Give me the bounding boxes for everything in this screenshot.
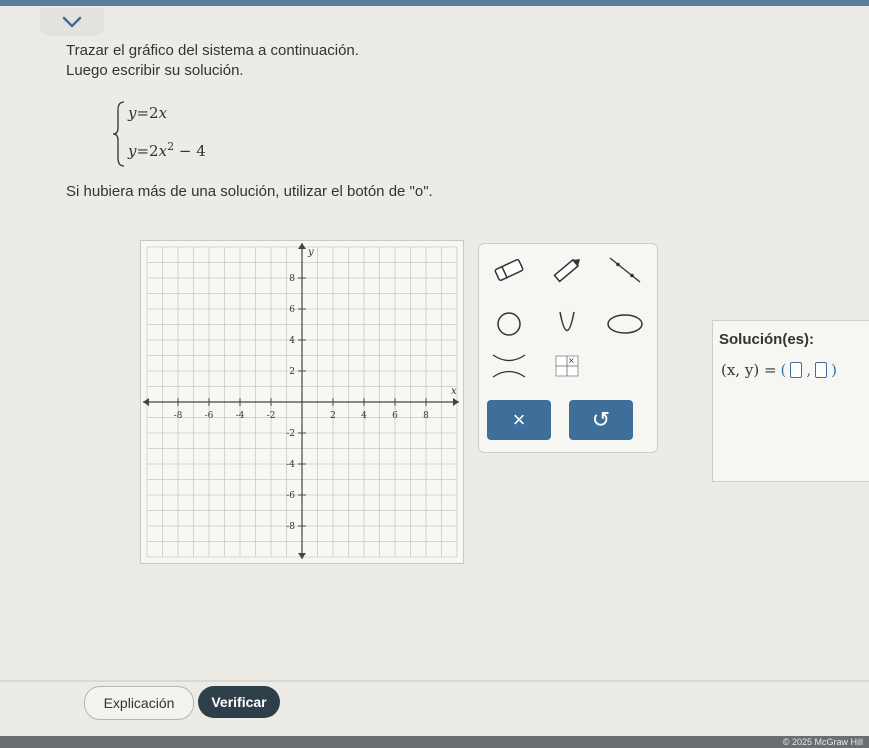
y-tick-label: -6 [286, 491, 295, 501]
brace-icon [112, 101, 125, 167]
solution-y-input[interactable] [815, 362, 828, 378]
chevron-down-icon [62, 16, 82, 28]
x-axis-label: x [451, 386, 457, 397]
clear-button[interactable]: × [487, 400, 551, 440]
solution-expression: (x, y) = ( , ) [721, 361, 837, 379]
ellipse-tool[interactable] [603, 306, 647, 342]
y-axis-arrow-down [298, 553, 306, 559]
line-tool[interactable] [603, 252, 647, 288]
solution-lhs: (x, y) = [721, 361, 777, 379]
eq2-exponent: 2 [167, 140, 175, 153]
y-tick-label: -2 [286, 429, 295, 439]
svg-text:×: × [568, 356, 575, 365]
close-icon: × [512, 407, 526, 432]
solution-panel: Solución(es): (x, y) = ( , ) [712, 320, 869, 482]
x-tick-label: 4 [361, 411, 367, 421]
eraser-tool[interactable] [487, 252, 531, 288]
x-tick-label: 2 [330, 411, 336, 421]
solution-title: Solución(es): [719, 331, 815, 348]
line-icon [609, 257, 641, 283]
y-tick-label: 2 [289, 367, 295, 377]
collapse-toggle[interactable] [40, 8, 104, 36]
eq2-var: x [158, 142, 168, 160]
hyperbola-tool[interactable] [487, 348, 531, 384]
tool-panel: × × ↺ [478, 243, 658, 453]
explanation-button[interactable]: Explicación [84, 686, 194, 720]
undo-button[interactable]: ↺ [569, 400, 633, 440]
coordinate-grid[interactable]: -8 -6 -4 -2 2 4 6 8 8 6 4 2 -2 -4 -6 -8 x y [141, 241, 463, 563]
equation-1: y=2x [128, 104, 167, 122]
x-tick-label: -6 [205, 411, 214, 421]
x-tick-label: -8 [174, 411, 183, 421]
eq1-var: x [158, 104, 168, 122]
eraser-icon [494, 258, 524, 282]
eq2-tail: − 4 [178, 142, 206, 160]
equation-system: y=2x y=2x2 − 4 [112, 100, 232, 170]
divider [0, 680, 869, 682]
y-tick-label: 6 [289, 305, 295, 315]
parabola-icon [559, 311, 575, 332]
equation-2: y=2x2 − 4 [128, 140, 206, 160]
eq2-rhs: =2 [136, 142, 159, 160]
instruction-line-1: Trazar el gráfico del sistema a continua… [66, 42, 359, 59]
y-axis-arrow-up [298, 243, 306, 249]
point-tool[interactable]: × [545, 348, 589, 384]
copyright-text: © 2025 McGraw Hill [782, 737, 863, 747]
x-tick-label: -4 [236, 411, 245, 421]
x-tick-label: 6 [392, 411, 398, 421]
solution-close-paren: ) [831, 361, 838, 379]
undo-icon: ↺ [591, 407, 611, 432]
footer-bar [0, 736, 869, 748]
y-tick-label: -4 [286, 460, 295, 470]
instruction-note: Si hubiera más de una solución, utilizar… [66, 183, 433, 200]
parabola-tool[interactable] [545, 306, 589, 342]
x-axis-arrow-right [453, 398, 459, 406]
y-tick-label: 8 [289, 274, 295, 284]
x-axis-arrow-left [143, 398, 149, 406]
x-tick-label: -2 [267, 411, 276, 421]
hyperbola-icon [492, 354, 526, 378]
y-tick-label: -8 [286, 522, 295, 532]
solution-comma: , [806, 361, 812, 379]
y-tick-label: 4 [289, 336, 295, 346]
point-icon: × [555, 355, 579, 377]
circle-tool[interactable] [487, 306, 531, 342]
verify-button[interactable]: Verificar [198, 686, 280, 718]
pencil-icon [553, 258, 581, 283]
ellipse-icon [607, 314, 643, 334]
circle-icon [497, 312, 521, 336]
solution-x-input[interactable] [790, 362, 803, 378]
pencil-tool[interactable] [545, 252, 589, 288]
instruction-line-2: Luego escribir su solución. [66, 62, 244, 79]
x-tick-label: 8 [423, 411, 429, 421]
graph-area[interactable]: -8 -6 -4 -2 2 4 6 8 8 6 4 2 -2 -4 -6 -8 x y [140, 240, 464, 564]
y-axis-label: y [307, 247, 314, 258]
solution-open-paren: ( [780, 361, 787, 379]
eq1-rhs: =2 [136, 104, 159, 122]
top-bar [0, 0, 869, 6]
